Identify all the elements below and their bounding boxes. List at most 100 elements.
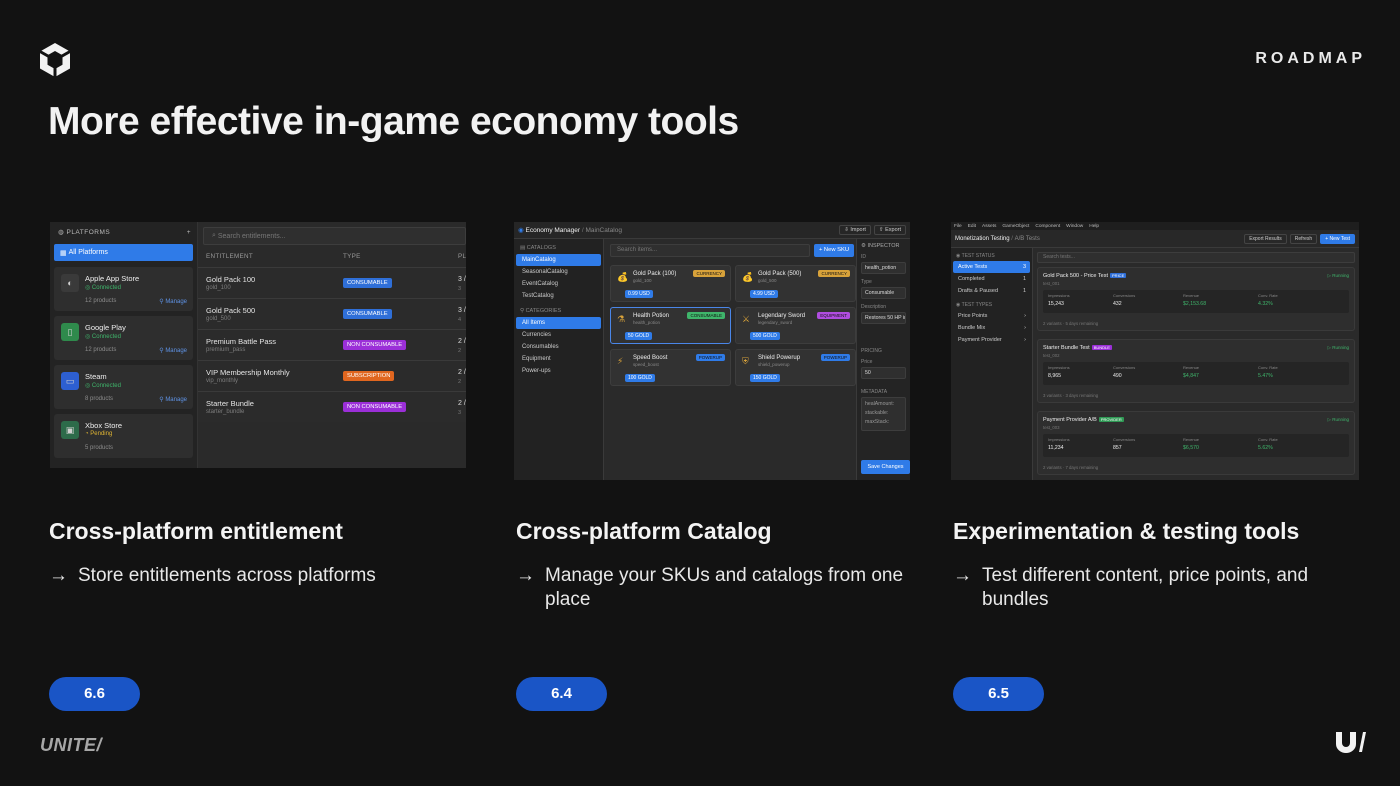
table-row[interactable]: Premium Battle Pass premium_pass NON CONSU… [198, 329, 466, 360]
platform-count: 3 / [458, 276, 466, 283]
stat-value: 11,234 [1048, 445, 1064, 451]
platform-status: ◎ Connected [85, 285, 121, 291]
entitlement-sku: vip_monthly [206, 378, 239, 384]
new-sku-button[interactable]: + New SKU [814, 244, 854, 257]
menu-item[interactable]: Edit [968, 224, 976, 229]
entitlement-screenshot: ◍ PLATFORMS + ▦ All Platforms ◐ Apple Ap… [50, 222, 466, 468]
status-item[interactable]: Active Tests 3 [953, 261, 1030, 273]
type-select[interactable]: Consumable [861, 287, 906, 299]
platform-card-apple[interactable]: ◐ Apple App Store ◎ Connected 12 product… [54, 267, 193, 311]
test-card[interactable]: Gold Pack 500 - Price Test PRICE test_001 ▷… [1037, 267, 1355, 331]
id-field[interactable]: health_potion [861, 262, 906, 274]
status-item[interactable]: Drafts & Paused 1 [953, 285, 1030, 297]
refresh-button[interactable]: Refresh [1289, 233, 1318, 244]
stat-label: Conversions [1113, 293, 1136, 298]
table-row[interactable]: VIP Membership Monthly vip_monthly SUBSCRI… [198, 360, 466, 391]
metadata-field[interactable]: healAmount: stackable: maxStack: [861, 397, 906, 431]
export-button[interactable]: ⇧ Export [873, 225, 906, 235]
catalog-item[interactable]: EventCatalog [516, 278, 601, 290]
menu-item[interactable]: Help [1089, 224, 1099, 229]
category-item[interactable]: Currencies [516, 329, 601, 341]
export-results-button[interactable]: Export Results [1244, 233, 1287, 244]
running-label: Running [1332, 345, 1349, 350]
test-card[interactable]: Payment Provider A/B PROVIDER test_003 ▷ Ru… [1037, 411, 1355, 475]
item-price: 100 GOLD [625, 374, 655, 382]
entitlement-sku: premium_pass [206, 347, 246, 353]
type-item[interactable]: Price Points › [953, 310, 1030, 322]
type-item[interactable]: Bundle Mix › [953, 322, 1030, 334]
platform-card-steam[interactable]: ▭ Steam ◎ Connected 8 products ⚲ Manage [54, 365, 193, 409]
catalog-toolbar: ◉ Economy Manager / MainCatalog ⇩ Import… [514, 222, 910, 239]
category-item[interactable]: Power-ups [516, 365, 601, 377]
item-card[interactable]: ⚡ Speed Boost speed_boost POWERUP 100 GOLD [610, 349, 731, 386]
all-platforms-item[interactable]: ▦ All Platforms [54, 244, 193, 261]
save-changes-button[interactable]: Save Changes [861, 460, 910, 474]
item-sku: health_potion [633, 320, 661, 325]
item-card[interactable]: 💰 Gold Pack (100) gold_100 CURRENCY 0.99 USD [610, 265, 731, 302]
arrow-right-icon: → [516, 565, 535, 586]
running-status: ▷ Running [1328, 273, 1349, 279]
stat-value: 15,243 [1048, 301, 1064, 307]
platform-count: 2 / [458, 400, 466, 407]
manage-link[interactable]: ⚲ Manage [159, 347, 187, 354]
type-item[interactable]: Payment Provider › [953, 334, 1030, 346]
item-card[interactable]: 💰 Gold Pack (500) gold_500 CURRENCY 4.99 USD [735, 265, 856, 302]
page-title: More effective in-game economy tools [48, 100, 739, 143]
platform-card-google[interactable]: ▯ Google Play ◎ Connected 12 products ⚲ … [54, 316, 193, 360]
catalog-item[interactable]: TestCatalog [516, 290, 601, 302]
platform-count: 2 / [458, 369, 466, 376]
import-button[interactable]: ⇩ Import [839, 225, 871, 235]
item-card[interactable]: ⚔ Legendary Sword legendary_sword EQUIPMENT… [735, 307, 856, 344]
price-field[interactable]: 50 [861, 367, 906, 379]
test-stats: Impressions 15,243 Conversions 432 Revenue $2… [1043, 290, 1349, 313]
menu-item[interactable]: Component [1035, 224, 1060, 229]
platform-count: 5 products [85, 445, 114, 451]
test-card[interactable]: Starter Bundle Test BUNDLE test_002 ▷ Runni… [1037, 339, 1355, 403]
menu-item[interactable]: Window [1066, 224, 1083, 229]
entitlement-search-input[interactable]: ⌕ Search entitlements... [203, 227, 466, 245]
status-item[interactable]: Completed 1 [953, 273, 1030, 285]
test-title: Payment Provider A/B [1043, 417, 1097, 423]
platforms-sidebar: ◍ PLATFORMS + ▦ All Platforms ◐ Apple Ap… [50, 222, 198, 468]
add-platform-button[interactable]: + [187, 229, 191, 236]
menu-item[interactable]: File [954, 224, 962, 229]
table-row[interactable]: Gold Pack 100 gold_100 CONSUMABLE 3 / 3 [198, 267, 466, 298]
table-row[interactable]: Gold Pack 500 gold_500 CONSUMABLE 3 / 4 [198, 298, 466, 329]
item-card[interactable]: ⚗ Health Potion health_potion CONSUMABLE 50 … [610, 307, 731, 344]
entitlement-name: VIP Membership Monthly [206, 368, 290, 377]
category-item[interactable]: Equipment [516, 353, 601, 365]
item-tag: CONSUMABLE [687, 312, 725, 319]
platform-card-xbox[interactable]: ▣ Xbox Store ◔ Pending 5 products [54, 414, 193, 458]
item-tag: CURRENCY [693, 270, 725, 277]
manage-link[interactable]: ⚲ Manage [159, 298, 187, 305]
android-icon: ▯ [61, 323, 79, 341]
item-search-input[interactable]: Search items... [610, 244, 810, 257]
inspector-panel: ⚙ INSPECTOR ID health_potion Type Consum… [856, 239, 910, 480]
catalog-item[interactable]: MainCatalog [516, 254, 601, 266]
menu-item[interactable]: Assets [982, 224, 996, 229]
manage-link[interactable]: ⚲ Manage [159, 396, 187, 403]
entitlement-name: Gold Pack 100 [206, 275, 256, 284]
table-row[interactable]: Starter Bundle starter_bundle NON CONSUMAB… [198, 391, 466, 422]
categories-header: ⚲ CATEGORIES [520, 308, 562, 314]
version-badge-entitlement: 6.6 [49, 677, 140, 711]
pricing-label: PRICING [861, 348, 882, 354]
item-card[interactable]: ⛨ Shield Powerup shield_powerup POWERUP 150 … [735, 349, 856, 386]
entitlement-sku: gold_100 [206, 285, 231, 291]
new-test-button[interactable]: + New Test [1320, 233, 1355, 244]
column-entitlement: ENTITLEMENT [206, 252, 254, 260]
column-bullet-entitlement: → Store entitlements across platforms [49, 565, 376, 586]
platforms-header: ◍ PLATFORMS + [50, 222, 197, 242]
menu-item[interactable]: GameObject [1002, 224, 1029, 229]
entitlement-name: Premium Battle Pass [206, 337, 277, 346]
description-field[interactable]: Restores 50 HP in [861, 312, 906, 324]
version-badge-testing: 6.5 [953, 677, 1044, 711]
entitlements-panel: ⌕ Search entitlements... ENTITLEMENT TYP… [198, 222, 466, 468]
category-item[interactable]: Consumables [516, 341, 601, 353]
app-title: Economy Manager [525, 226, 581, 234]
category-item[interactable]: All Items [516, 317, 601, 329]
catalog-item[interactable]: SeasonalCatalog [516, 266, 601, 278]
test-search-input[interactable]: Search tests... [1037, 252, 1355, 263]
column-type: TYPE [343, 252, 361, 260]
coin-bag-icon: 💰 [742, 272, 754, 282]
